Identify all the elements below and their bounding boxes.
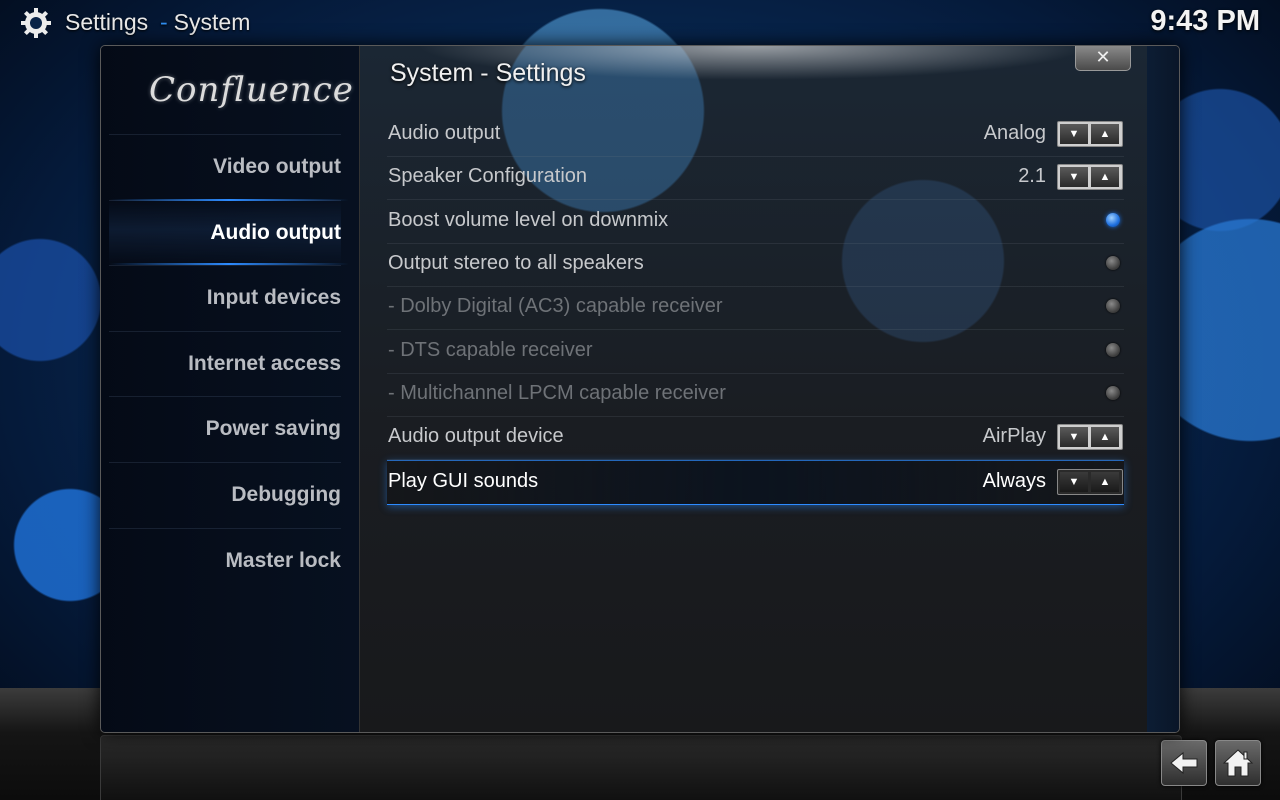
sidebar-item-video-output[interactable]: Video output <box>109 134 341 198</box>
close-icon: ✕ <box>1095 47 1111 68</box>
clock: 9:43 PM <box>1150 5 1260 37</box>
confluence-logo: Confluence <box>149 70 354 110</box>
setting-label: - Dolby Digital (AC3) capable receiver <box>388 295 723 317</box>
home-icon <box>1222 749 1254 777</box>
setting-value: AirPlay <box>982 425 1046 447</box>
home-button[interactable] <box>1215 740 1261 786</box>
setting-row-output-stereo-to-all-speakers[interactable]: Output stereo to all speakers <box>387 243 1124 287</box>
sidebar: Confluence Video output Audio output Input… <box>101 46 360 732</box>
value-spinner: ▼ ▲ <box>1057 469 1123 495</box>
setting-row-dolby-digital-ac3-capable-receiver: - Dolby Digital (AC3) capable receiver <box>387 286 1124 330</box>
setting-label: Boost volume level on downmix <box>388 209 669 231</box>
breadcrumb-system: - System <box>160 9 250 36</box>
gear-icon <box>21 8 51 38</box>
setting-label: - Multichannel LPCM capable receiver <box>388 382 726 404</box>
increase-arrow-icon[interactable]: ▲ <box>1091 472 1119 492</box>
increase-arrow-icon[interactable]: ▲ <box>1091 124 1119 144</box>
sidebar-item-audio-output[interactable]: Audio output <box>109 200 341 264</box>
toggle-off-icon[interactable] <box>1106 256 1120 270</box>
setting-label: Play GUI sounds <box>388 470 539 492</box>
decrease-arrow-icon[interactable]: ▼ <box>1060 124 1088 144</box>
decrease-arrow-icon[interactable]: ▼ <box>1060 472 1088 492</box>
setting-row-multichannel-lpcm-capable-receiver: - Multichannel LPCM capable receiver <box>387 373 1124 417</box>
value-spinner: ▼ ▲ <box>1057 121 1123 147</box>
breadcrumb-page: System <box>173 9 251 35</box>
right-edge <box>1147 46 1179 732</box>
value-spinner: ▼ ▲ <box>1057 424 1123 450</box>
toggle-off-icon <box>1106 299 1120 313</box>
setting-value: Analog <box>983 122 1046 144</box>
setting-value: Always <box>982 470 1046 492</box>
setting-row-boost-volume-level-on-downmix[interactable]: Boost volume level on downmix <box>387 200 1124 244</box>
setting-label: Audio output <box>388 122 501 144</box>
dialog-title: System - Settings <box>390 59 586 87</box>
sidebar-item-master-lock[interactable]: Master lock <box>109 528 341 592</box>
setting-label: - DTS capable receiver <box>388 339 593 361</box>
back-button[interactable] <box>1161 740 1207 786</box>
sidebar-item-debugging[interactable]: Debugging <box>109 462 341 526</box>
setting-row-audio-output-device[interactable]: Audio output device AirPlay ▼ ▲ <box>387 416 1124 460</box>
breadcrumb-separator: - <box>160 9 168 35</box>
sidebar-item-input-devices[interactable]: Input devices <box>109 265 341 329</box>
toggle-on-icon[interactable] <box>1106 213 1120 227</box>
breadcrumb-settings: Settings <box>65 9 149 35</box>
setting-row-audio-output[interactable]: Audio output Analog ▼ ▲ <box>387 113 1124 157</box>
top-bar: Settings - System 9:43 PM <box>0 0 1280 46</box>
setting-row-play-gui-sounds[interactable]: Play GUI sounds Always ▼ ▲ <box>387 460 1124 505</box>
decrease-arrow-icon[interactable]: ▼ <box>1060 427 1088 447</box>
setting-label: Audio output device <box>388 425 564 447</box>
close-button[interactable]: ✕ <box>1075 46 1131 71</box>
setting-value: 2.1 <box>1018 165 1046 187</box>
screen: Settings - System 9:43 PM Confluence Vide… <box>0 0 1280 800</box>
increase-arrow-icon[interactable]: ▲ <box>1091 167 1119 187</box>
toggle-off-icon <box>1106 386 1120 400</box>
decrease-arrow-icon[interactable]: ▼ <box>1060 167 1088 187</box>
sidebar-active-glow <box>109 199 349 201</box>
back-arrow-icon <box>1170 751 1198 775</box>
setting-label: Speaker Configuration <box>388 165 588 187</box>
value-spinner: ▼ ▲ <box>1057 164 1123 190</box>
setting-row-dts-capable-receiver: - DTS capable receiver <box>387 330 1124 374</box>
setting-row-speaker-configuration[interactable]: Speaker Configuration 2.1 ▼ ▲ <box>387 156 1124 200</box>
sidebar-item-internet-access[interactable]: Internet access <box>109 331 341 395</box>
bottom-panel <box>100 735 1182 800</box>
settings-dialog: Confluence Video output Audio output Input… <box>100 45 1180 733</box>
sidebar-item-power-saving[interactable]: Power saving <box>109 396 341 460</box>
increase-arrow-icon[interactable]: ▲ <box>1091 427 1119 447</box>
setting-label: Output stereo to all speakers <box>388 252 644 274</box>
toggle-off-icon <box>1106 343 1120 357</box>
